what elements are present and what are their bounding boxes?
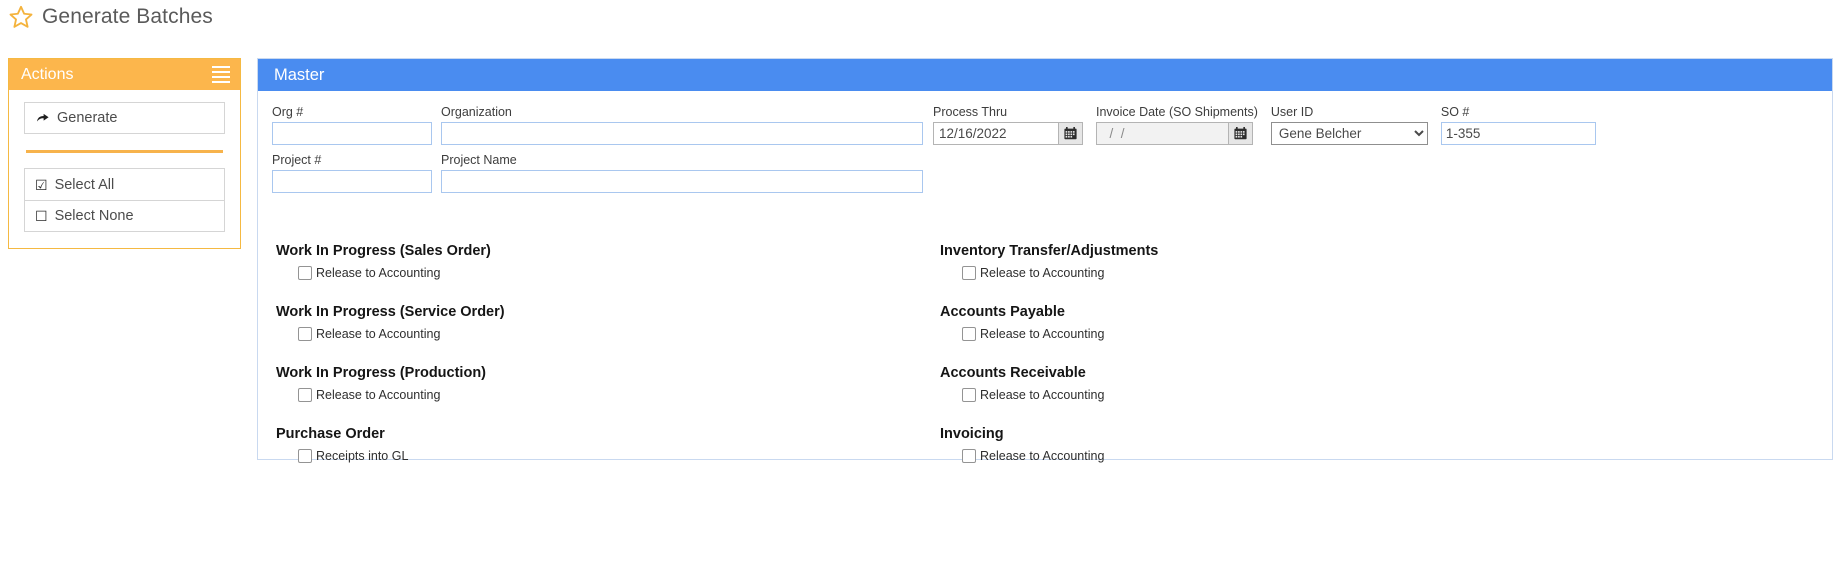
batch-sections-right-column: Inventory Transfer/Adjustments Release t… <box>930 243 1580 487</box>
master-panel-header: Master <box>258 59 1832 91</box>
calendar-icon[interactable] <box>1228 122 1253 145</box>
actions-divider <box>26 150 223 153</box>
project-number-input[interactable] <box>272 170 432 193</box>
batch-sections: Work In Progress (Sales Order) Release t… <box>266 243 1824 487</box>
section-invoicing: Invoicing Release to Accounting <box>930 426 1580 463</box>
star-outline-icon[interactable] <box>8 4 34 30</box>
section-title: Work In Progress (Service Order) <box>276 304 505 320</box>
field-org-number: Org # <box>272 105 432 145</box>
page-title-text: Generate Batches <box>42 5 213 28</box>
checkbox-row[interactable]: Release to Accounting <box>298 327 916 341</box>
user-id-label: User ID <box>1270 105 1314 119</box>
checkbox-label: Release to Accounting <box>316 266 441 280</box>
hamburger-icon[interactable] <box>212 66 230 83</box>
section-accounts-receivable: Accounts Receivable Release to Accountin… <box>930 365 1580 402</box>
actions-panel-body: Generate ☑ Select All ☐ Select None <box>9 90 240 248</box>
select-none-button[interactable]: ☐ Select None <box>24 200 225 232</box>
section-title: Work In Progress (Sales Order) <box>276 243 491 259</box>
org-number-label: Org # <box>272 105 304 119</box>
project-name-label: Project Name <box>441 153 517 167</box>
generate-button-label: Generate <box>57 110 118 126</box>
section-title: Accounts Receivable <box>940 365 1086 381</box>
field-process-thru: Process Thru <box>933 105 1083 145</box>
generate-button[interactable]: Generate <box>24 102 225 134</box>
field-organization: Organization <box>441 105 923 145</box>
section-work-in-progress-production: Work In Progress (Production) Release to… <box>266 365 916 402</box>
organization-label: Organization <box>441 105 512 119</box>
invoice-date-label: Invoice Date (SO Shipments) <box>1096 105 1258 119</box>
selection-button-group: ☑ Select All ☐ Select None <box>24 168 225 232</box>
field-so-number: SO # <box>1440 105 1596 145</box>
checkbox-empty-icon[interactable] <box>962 327 976 341</box>
form-row-1: Org # Organization Process Thru 12/16/20… <box>266 105 1818 145</box>
user-id-select[interactable]: Gene Belcher <box>1270 122 1428 145</box>
section-inventory-transfer-adjustments: Inventory Transfer/Adjustments Release t… <box>930 243 1580 280</box>
organization-input[interactable] <box>441 122 923 145</box>
checkbox-row[interactable]: Release to Accounting <box>962 388 1580 402</box>
batch-sections-left-column: Work In Progress (Sales Order) Release t… <box>266 243 916 487</box>
invoice-date-input[interactable] <box>1096 122 1228 145</box>
field-project-number: Project # <box>272 153 432 193</box>
checkbox-empty-icon[interactable] <box>298 266 312 280</box>
invoice-date-group <box>1096 122 1258 145</box>
section-accounts-payable: Accounts Payable Release to Accounting <box>930 304 1580 341</box>
project-name-input[interactable] <box>441 170 923 193</box>
org-number-input[interactable] <box>272 122 432 145</box>
section-purchase-order: Purchase Order Receipts into GL <box>266 426 916 463</box>
checkbox-row[interactable]: Receipts into GL <box>298 449 916 463</box>
checkbox-label: Release to Accounting <box>980 327 1105 341</box>
section-work-in-progress-service-order: Work In Progress (Service Order) Release… <box>266 304 916 341</box>
section-title: Work In Progress (Production) <box>276 365 487 381</box>
actions-panel-header: Actions <box>9 59 240 90</box>
section-title: Accounts Payable <box>940 304 1065 320</box>
checkbox-label: Release to Accounting <box>980 388 1105 402</box>
checkbox-label: Release to Accounting <box>316 327 441 341</box>
so-number-label: SO # <box>1440 105 1470 119</box>
section-title: Purchase Order <box>276 426 385 442</box>
master-panel-title: Master <box>274 65 325 84</box>
section-work-in-progress-sales-order: Work In Progress (Sales Order) Release t… <box>266 243 916 280</box>
checkbox-label: Release to Accounting <box>980 449 1105 463</box>
process-thru-label: Process Thru <box>933 105 1008 119</box>
checkbox-row[interactable]: Release to Accounting <box>298 388 916 402</box>
page-title: Generate Batches <box>8 4 213 30</box>
checkbox-empty-icon[interactable] <box>298 449 312 463</box>
checkbox-empty-icon[interactable] <box>962 266 976 280</box>
actions-panel: Actions Generate ☑ Select All ☐ Select N… <box>8 58 241 249</box>
checkbox-empty-icon[interactable] <box>298 388 312 402</box>
calendar-icon[interactable] <box>1058 122 1083 145</box>
master-panel: Master Org # Organization Process Thru 1… <box>257 58 1833 463</box>
checkbox-row[interactable]: Release to Accounting <box>962 449 1580 463</box>
checkbox-empty-icon[interactable] <box>298 327 312 341</box>
select-none-label: Select None <box>54 208 134 224</box>
field-invoice-date: Invoice Date (SO Shipments) <box>1096 105 1258 145</box>
select-all-button[interactable]: ☑ Select All <box>24 168 225 200</box>
checkbox-label: Release to Accounting <box>980 266 1105 280</box>
checkbox-label: Release to Accounting <box>316 388 441 402</box>
field-project-name: Project Name <box>441 153 923 193</box>
actions-panel-title: Actions <box>21 65 74 83</box>
project-number-label: Project # <box>272 153 322 167</box>
so-number-input[interactable] <box>1440 122 1596 145</box>
field-user-id: User ID Gene Belcher <box>1270 105 1428 145</box>
checkbox-empty-icon: ☐ <box>35 208 48 224</box>
select-all-label: Select All <box>54 176 115 193</box>
process-thru-date-group <box>933 122 1083 145</box>
checkbox-row[interactable]: Release to Accounting <box>962 327 1580 341</box>
form-row-2: Project # Project Name <box>266 153 1818 193</box>
checkbox-label: Receipts into GL <box>316 449 409 463</box>
checkbox-empty-icon[interactable] <box>962 388 976 402</box>
process-thru-input[interactable] <box>933 122 1058 145</box>
curved-arrow-right-icon <box>35 111 50 126</box>
master-panel-body: Org # Organization Process Thru 12/16/20… <box>258 91 1832 463</box>
section-title: Inventory Transfer/Adjustments <box>940 243 1159 259</box>
checkbox-empty-icon[interactable] <box>962 449 976 463</box>
checkbox-checked-icon: ☑ <box>35 176 48 193</box>
section-title: Invoicing <box>940 426 1004 442</box>
checkbox-row[interactable]: Release to Accounting <box>298 266 916 280</box>
checkbox-row[interactable]: Release to Accounting <box>962 266 1580 280</box>
